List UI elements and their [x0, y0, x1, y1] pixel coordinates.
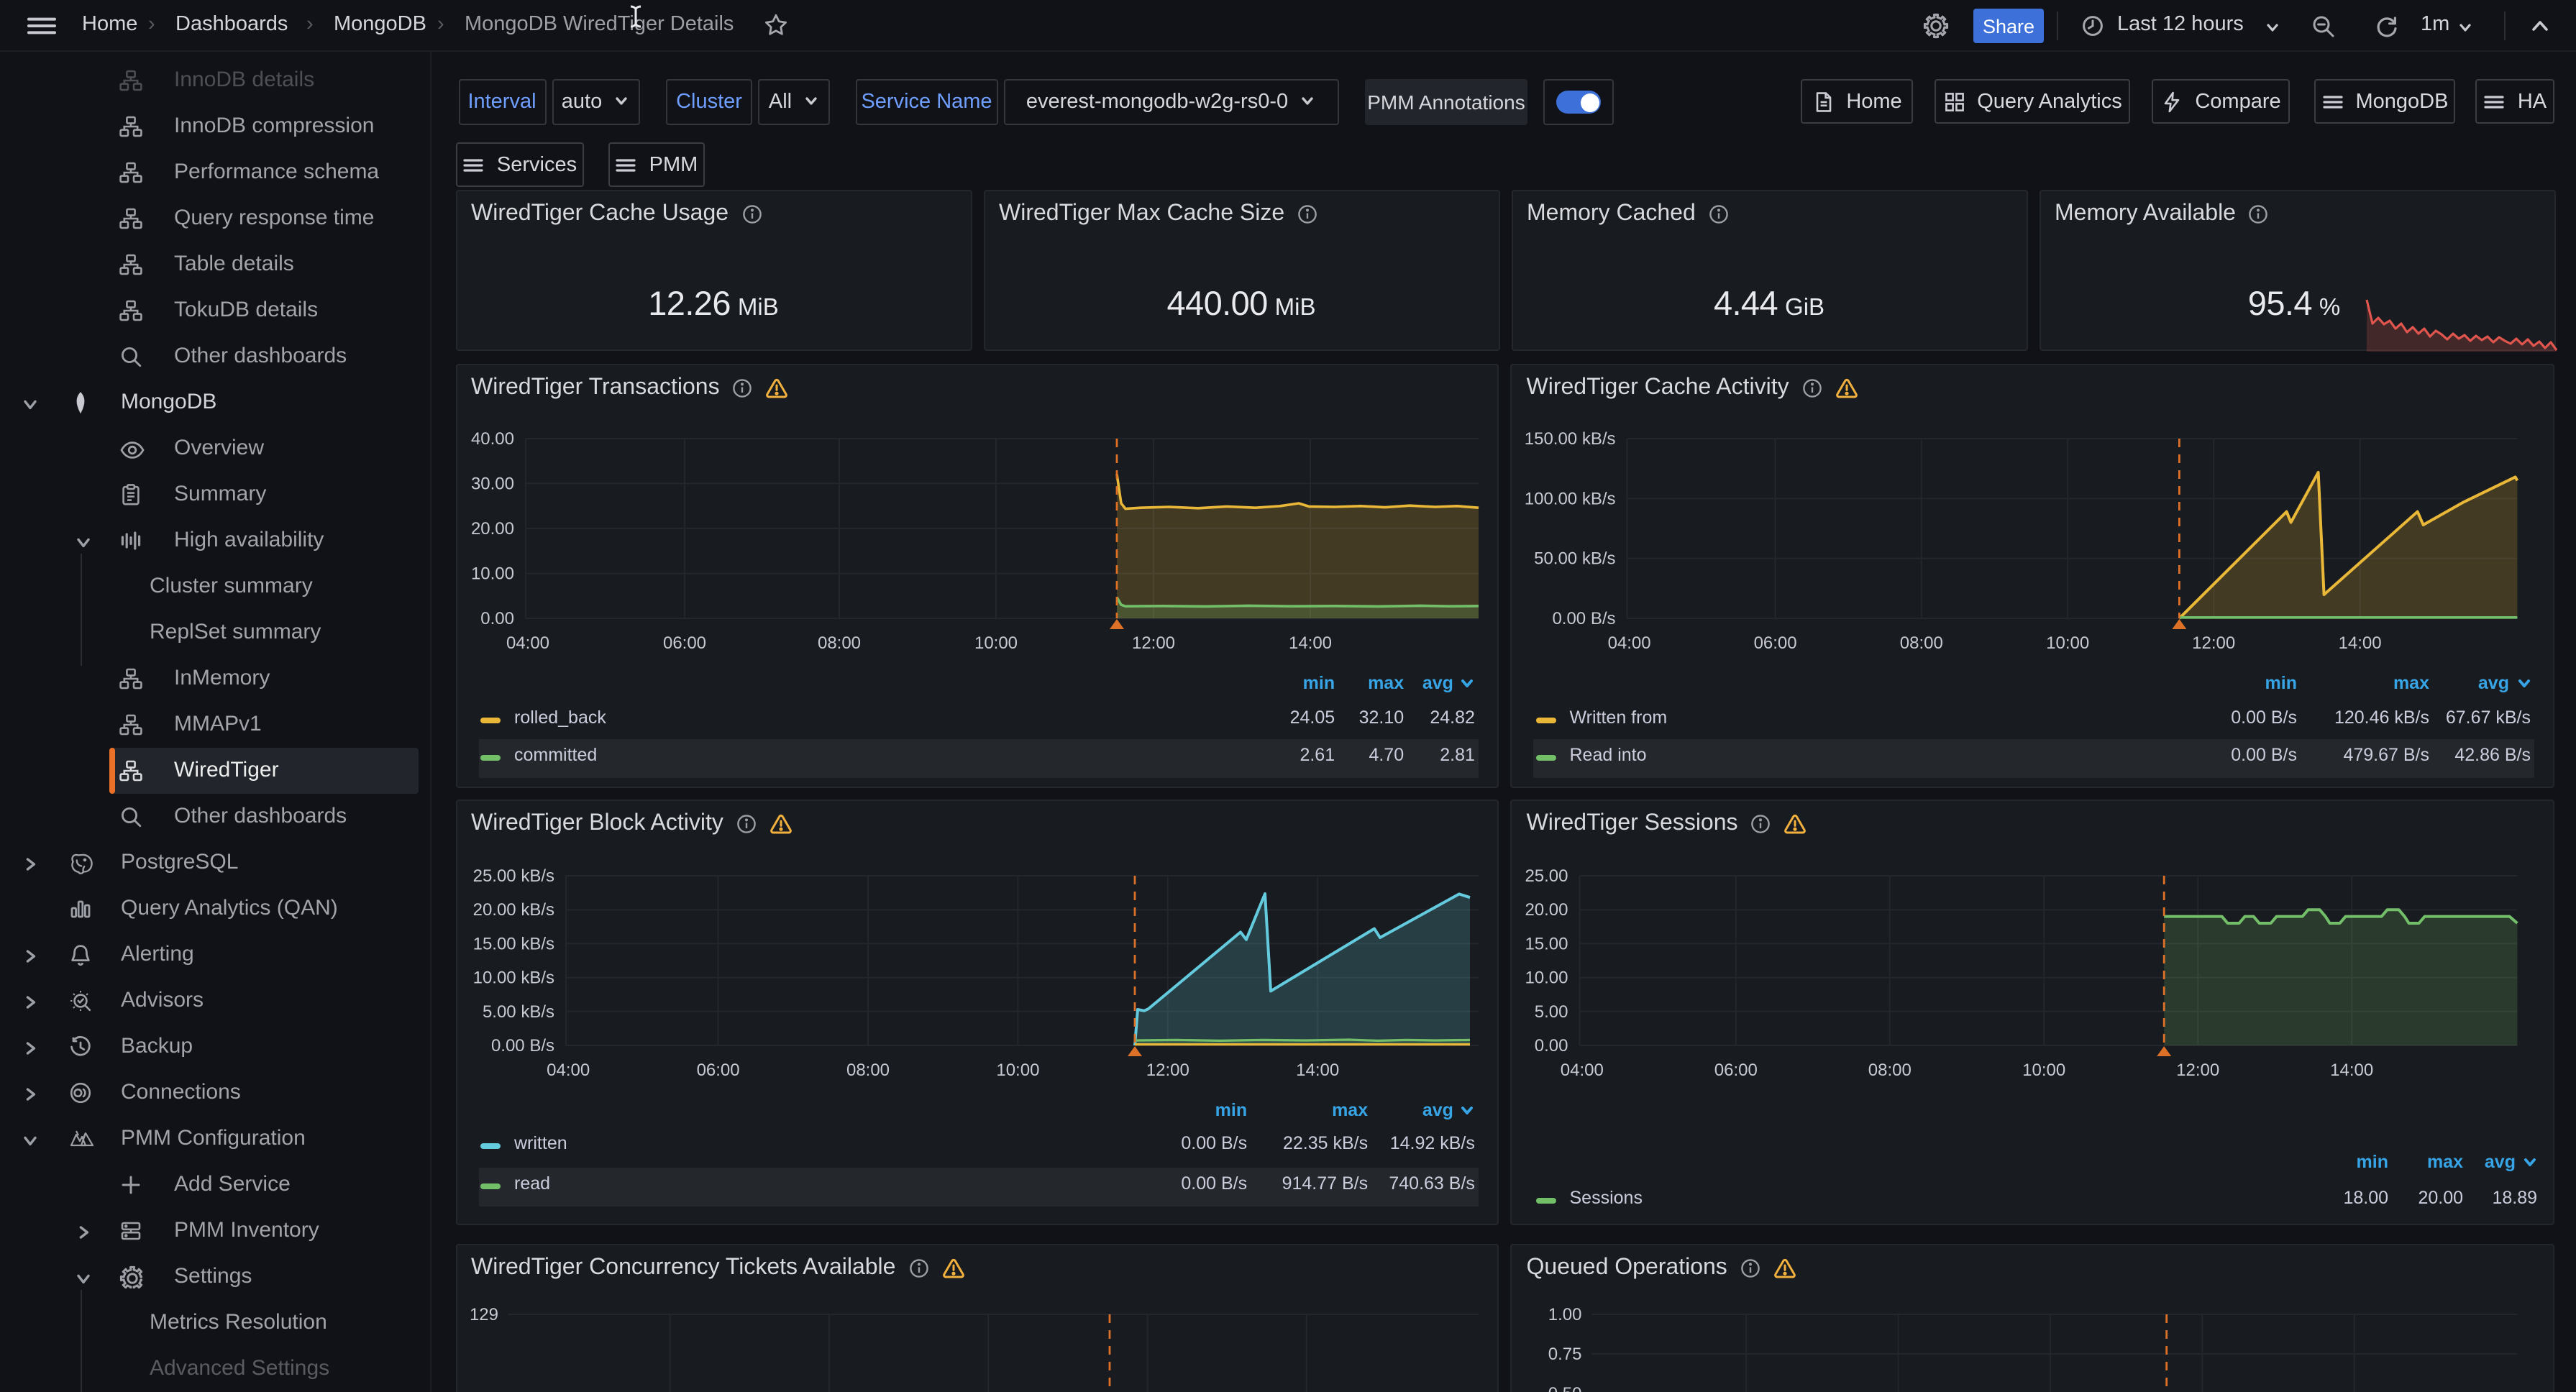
svg-text:04:00: 04:00: [1561, 1061, 1604, 1080]
svg-text:08:00: 08:00: [1900, 633, 1943, 653]
svg-text:14:00: 14:00: [1288, 633, 1331, 653]
svg-text:06:00: 06:00: [1754, 633, 1797, 653]
svg-text:10.00: 10.00: [470, 564, 513, 584]
svg-text:20.00: 20.00: [1525, 900, 1568, 920]
svg-text:06:00: 06:00: [662, 633, 705, 653]
svg-text:06:00: 06:00: [1714, 1061, 1758, 1080]
svg-text:08:00: 08:00: [817, 633, 860, 653]
svg-text:129: 129: [469, 1305, 498, 1324]
svg-text:5.00: 5.00: [1535, 1002, 1568, 1022]
svg-text:0.00 B/s: 0.00 B/s: [1553, 609, 1616, 628]
svg-text:14:00: 14:00: [2331, 1061, 2374, 1080]
svg-text:12:00: 12:00: [1146, 1061, 1189, 1080]
svg-text:12:00: 12:00: [2193, 633, 2236, 653]
svg-text:50.00 kB/s: 50.00 kB/s: [1535, 549, 1616, 569]
svg-text:04:00: 04:00: [1608, 633, 1651, 653]
svg-text:0.50: 0.50: [1548, 1384, 1582, 1392]
svg-text:10.00 kB/s: 10.00 kB/s: [472, 969, 554, 988]
svg-text:15.00 kB/s: 15.00 kB/s: [472, 934, 554, 953]
svg-text:5.00 kB/s: 5.00 kB/s: [482, 1002, 554, 1022]
svg-text:12:00: 12:00: [2177, 1061, 2220, 1080]
svg-text:10:00: 10:00: [995, 1061, 1038, 1080]
svg-text:0.00: 0.00: [480, 609, 513, 628]
svg-text:10:00: 10:00: [2047, 633, 2090, 653]
svg-text:08:00: 08:00: [846, 1061, 889, 1080]
svg-text:12:00: 12:00: [1131, 633, 1174, 653]
svg-text:0.75: 0.75: [1548, 1345, 1582, 1364]
svg-text:40.00: 40.00: [470, 429, 513, 449]
svg-text:14:00: 14:00: [2339, 633, 2382, 653]
svg-text:20.00: 20.00: [470, 519, 513, 539]
svg-text:15.00: 15.00: [1525, 934, 1568, 953]
svg-text:25.00: 25.00: [1525, 866, 1568, 886]
svg-text:10.00: 10.00: [1525, 969, 1568, 988]
svg-text:14:00: 14:00: [1295, 1061, 1338, 1080]
svg-text:08:00: 08:00: [1868, 1061, 1912, 1080]
svg-text:06:00: 06:00: [696, 1061, 739, 1080]
svg-text:20.00 kB/s: 20.00 kB/s: [472, 900, 554, 920]
svg-text:0.00: 0.00: [1535, 1036, 1568, 1056]
svg-text:150.00 kB/s: 150.00 kB/s: [1525, 429, 1616, 449]
svg-text:0.00 B/s: 0.00 B/s: [490, 1036, 554, 1056]
svg-text:10:00: 10:00: [974, 633, 1017, 653]
svg-text:10:00: 10:00: [2023, 1061, 2066, 1080]
svg-text:04:00: 04:00: [546, 1061, 589, 1080]
svg-text:30.00: 30.00: [470, 474, 513, 493]
svg-text:04:00: 04:00: [506, 633, 549, 653]
svg-text:25.00 kB/s: 25.00 kB/s: [472, 866, 554, 886]
svg-text:1.00: 1.00: [1548, 1305, 1582, 1324]
svg-text:100.00 kB/s: 100.00 kB/s: [1525, 489, 1616, 508]
